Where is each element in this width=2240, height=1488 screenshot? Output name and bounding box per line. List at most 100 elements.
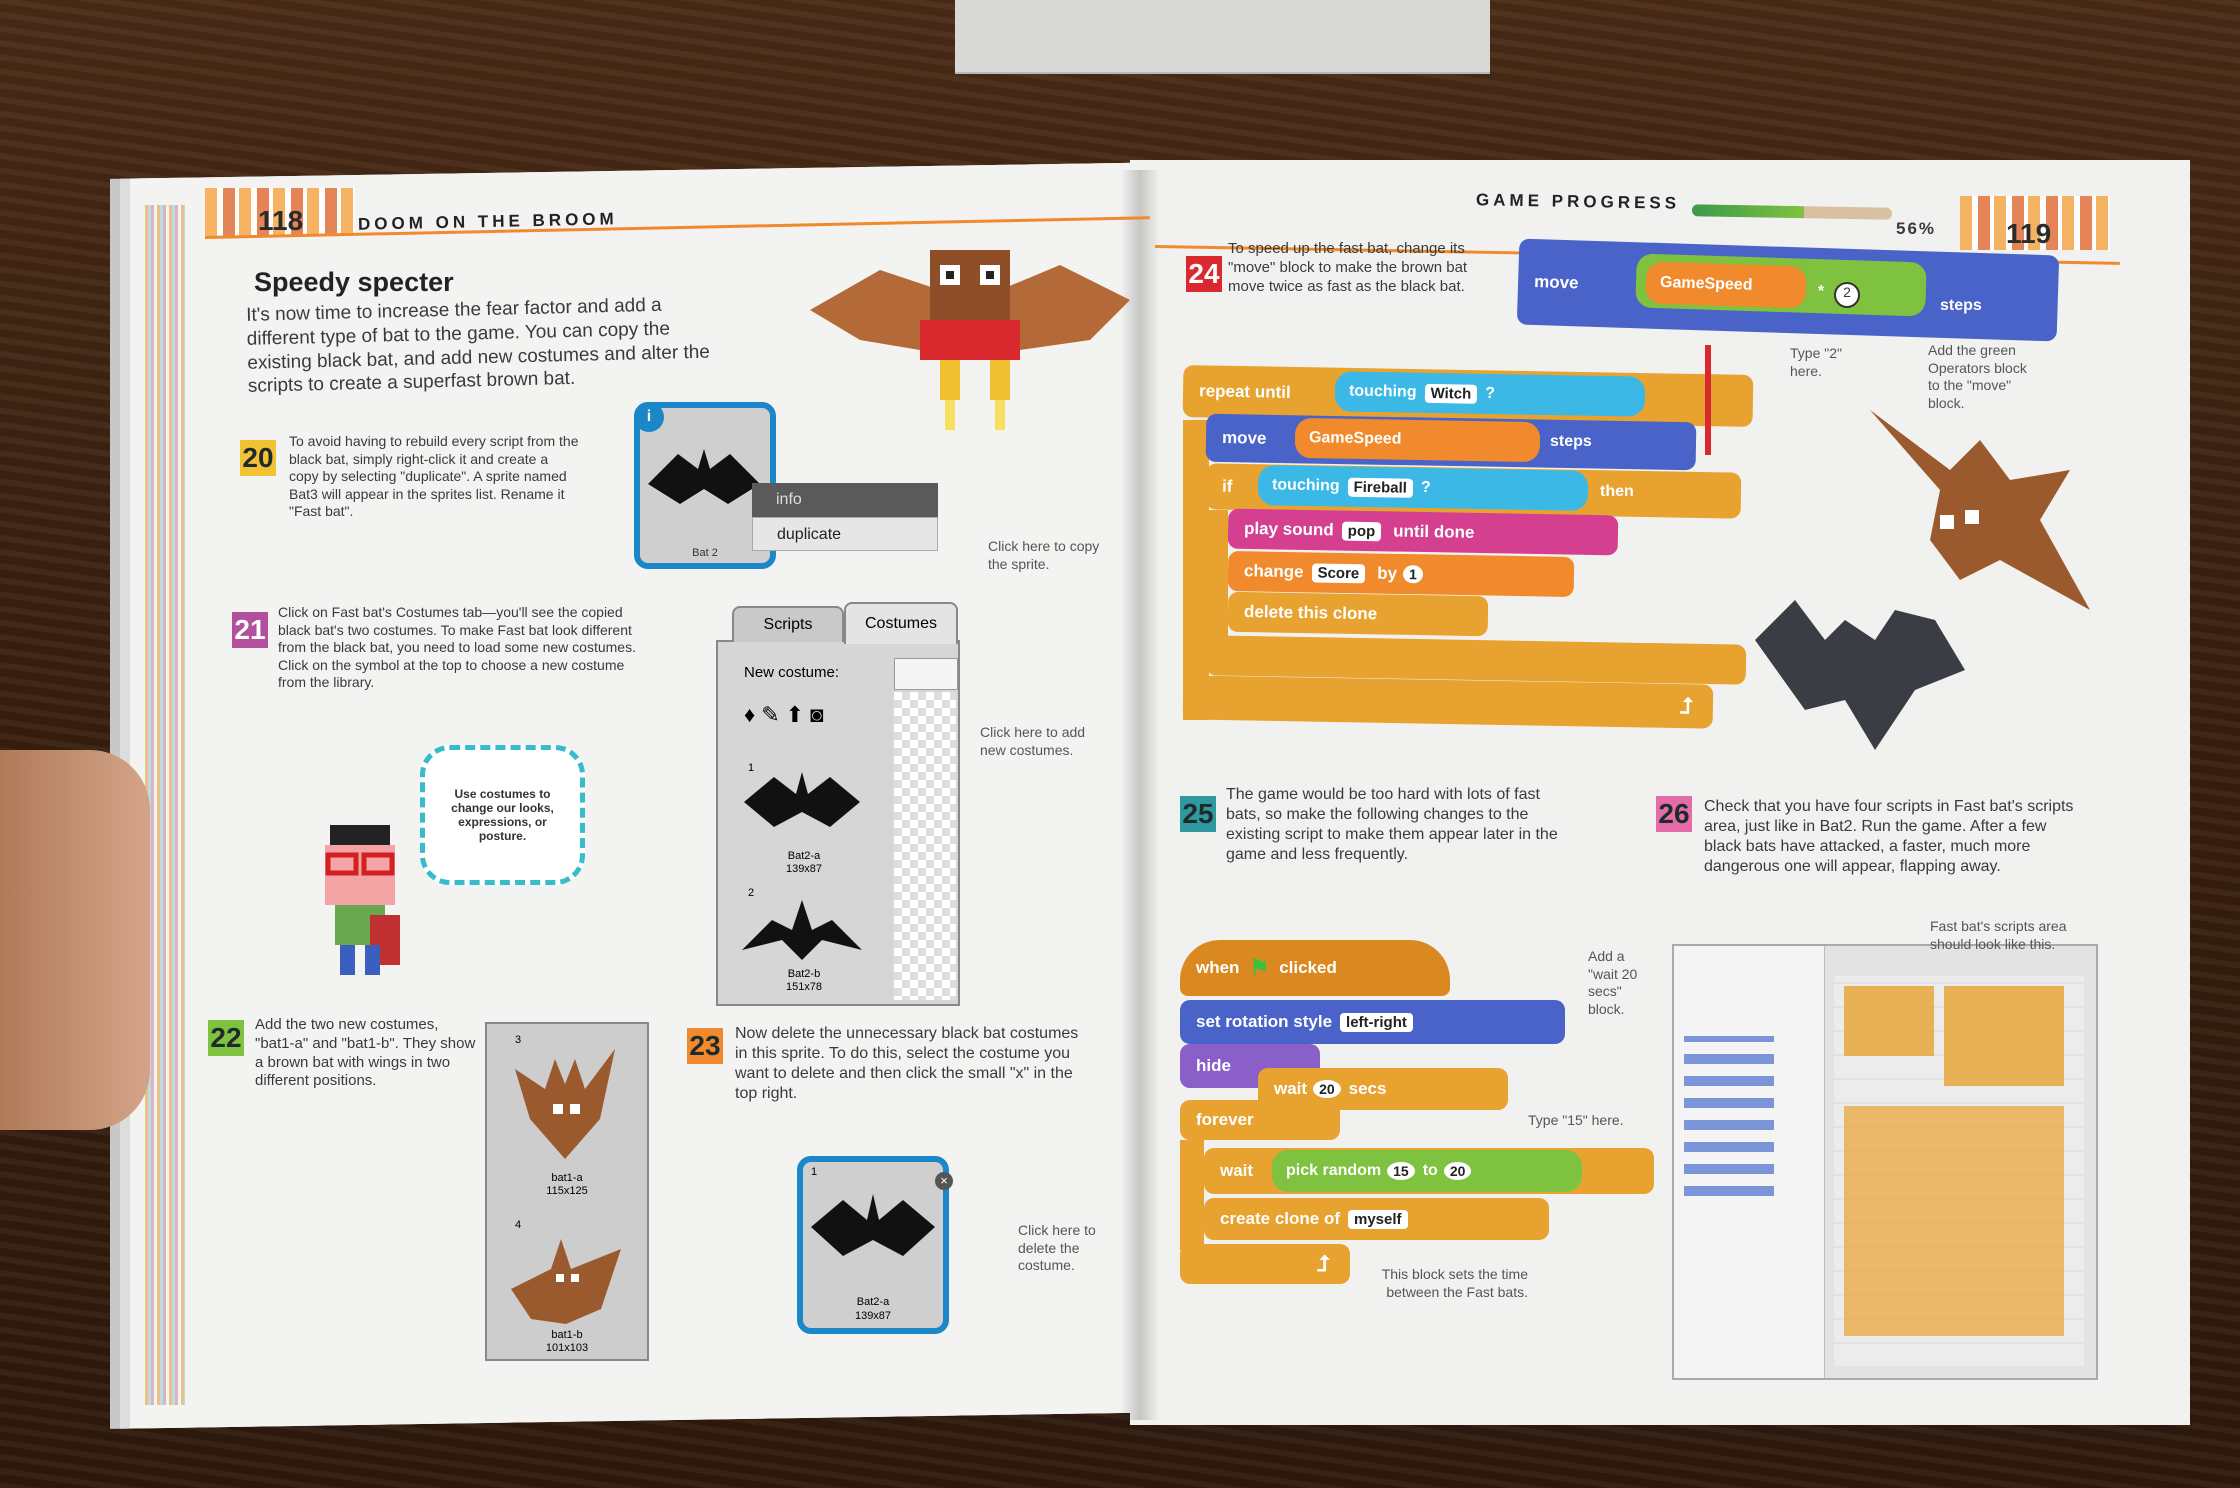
move-label: move bbox=[1533, 272, 1579, 293]
red-arrow bbox=[1705, 345, 1711, 455]
step24-text: To speed up the fast bat, change its "mo… bbox=[1228, 240, 1468, 295]
mini-script-1 bbox=[1844, 986, 1934, 1056]
touching-fireball-block[interactable]: touching Fireball ? bbox=[1257, 465, 1589, 511]
step-number-25: 25 bbox=[1180, 796, 1216, 832]
costume3-name: bat1-a bbox=[551, 1172, 583, 1184]
multiply-operator: * bbox=[1818, 283, 1825, 300]
step22-text: Add the two new costumes, "bat1-a" and "… bbox=[255, 1016, 476, 1090]
progress-label: 56% bbox=[1896, 219, 1937, 238]
costumes-panel: Scripts Costumes New costume: ♦✎⬆◙ 1 Bat… bbox=[716, 602, 960, 1006]
move-label-2: move bbox=[1221, 428, 1267, 448]
wait-label: wait bbox=[1274, 1079, 1308, 1098]
note-green-block: Add the green Operators block to the "mo… bbox=[1928, 342, 2027, 411]
note-delete-costume: Click here to delete the costume. bbox=[1018, 1222, 1096, 1273]
forever-end: ⮥ bbox=[1180, 1244, 1350, 1284]
fireball-dropdown[interactable]: Fireball bbox=[1347, 477, 1414, 498]
create-clone-block[interactable]: create clone of myself bbox=[1204, 1198, 1549, 1240]
touching-label-1: touching bbox=[1348, 382, 1417, 401]
change-by-value[interactable]: 1 bbox=[1402, 565, 1424, 584]
context-menu-info[interactable]: info bbox=[752, 483, 938, 517]
scripts-area-screenshot bbox=[1672, 944, 2098, 1380]
new-costume-label: New costume: bbox=[744, 664, 840, 681]
costume3-index: 3 bbox=[515, 1034, 522, 1046]
mini-script-2 bbox=[1944, 986, 2064, 1086]
costume3-brown-bat[interactable] bbox=[515, 1049, 615, 1169]
forever-arm bbox=[1180, 1140, 1204, 1250]
random-max-value[interactable]: 20 bbox=[1443, 1162, 1472, 1180]
costume2-name: Bat2-b bbox=[787, 968, 821, 980]
context-menu-duplicate[interactable]: duplicate bbox=[752, 517, 938, 551]
pick-random-block[interactable]: pick random 15 to 20 bbox=[1272, 1150, 1582, 1192]
repeat-until-label: repeat until bbox=[1198, 381, 1291, 402]
play-sound-label: play sound bbox=[1243, 518, 1334, 540]
delete-clone-block[interactable]: delete this clone bbox=[1227, 591, 1489, 637]
touching-witch-block[interactable]: touching Witch ? bbox=[1334, 371, 1646, 417]
note-copy-sprite: Click here to copy the sprite. bbox=[988, 538, 1100, 572]
delete-clone-label: delete this clone bbox=[1243, 602, 1378, 624]
green-flag-icon: ⚑ bbox=[1249, 955, 1270, 980]
costume-source-icons[interactable]: ♦✎⬆◙ bbox=[744, 702, 829, 728]
costume-delete-card[interactable]: 1 × Bat2-a 139x87 bbox=[797, 1156, 953, 1334]
tab-scripts[interactable]: Scripts bbox=[732, 606, 844, 642]
black-bat-illustration bbox=[1755, 600, 1965, 750]
step-number-21: 21 bbox=[232, 612, 268, 648]
create-clone-label: create clone of bbox=[1220, 1209, 1340, 1228]
set-rotation-label: set rotation style bbox=[1196, 1012, 1333, 1031]
loop-arrow-icon-2: ⮥ bbox=[1317, 1251, 1330, 1276]
repeat-until-end: ⮥ bbox=[1182, 675, 1714, 729]
when-flag-clicked-block[interactable]: when ⚑ clicked bbox=[1180, 940, 1450, 996]
note-add-wait: Add a "wait 20 secs" block. bbox=[1588, 948, 1638, 1017]
page-number-left: 118 bbox=[258, 205, 304, 236]
canvas-checkerboard bbox=[894, 692, 956, 1000]
steps-label-1: steps bbox=[1940, 297, 1982, 314]
change-label: change bbox=[1243, 561, 1304, 582]
set-rotation-style-block[interactable]: set rotation style left-right bbox=[1180, 1000, 1565, 1044]
costume4-size: 101x103 bbox=[545, 1342, 589, 1354]
forever-block[interactable]: forever bbox=[1180, 1100, 1340, 1140]
costume2-size: 151x78 bbox=[785, 981, 823, 993]
if-label: if bbox=[1221, 476, 1233, 496]
page-number-right: 119 bbox=[2006, 218, 2052, 249]
note-type-2: Type "2" here. bbox=[1790, 345, 1842, 379]
left-right-dropdown[interactable]: left-right bbox=[1340, 1012, 1413, 1032]
delete-card-name: Bat2-a bbox=[856, 1296, 890, 1308]
change-score-block[interactable]: change Score by 1 bbox=[1227, 550, 1575, 598]
witch-dropdown[interactable]: Witch bbox=[1424, 383, 1478, 404]
step26-text: Check that you have four scripts in Fast… bbox=[1704, 798, 2074, 875]
tab-costumes[interactable]: Costumes bbox=[844, 602, 958, 644]
running-head-right: GAME PROGRESS bbox=[1475, 190, 1681, 213]
delete-card-black-bat bbox=[811, 1194, 935, 1256]
sprite-name: Bat 2 bbox=[692, 547, 718, 559]
mini-script-3 bbox=[1844, 1106, 2064, 1336]
pop-dropdown[interactable]: pop bbox=[1341, 521, 1382, 541]
costume4-name: bat1-b bbox=[551, 1329, 583, 1341]
delete-x-icon[interactable]: × bbox=[935, 1172, 953, 1190]
multiplier-value[interactable]: 2 bbox=[1834, 282, 1860, 308]
info-icon[interactable]: i bbox=[634, 402, 664, 432]
wait-label-2: wait bbox=[1220, 1161, 1254, 1180]
pick-random-label: pick random bbox=[1286, 1162, 1382, 1179]
clicked-label: clicked bbox=[1279, 958, 1337, 977]
costume2-black-bat[interactable] bbox=[742, 900, 862, 964]
costume1-black-bat[interactable] bbox=[744, 772, 860, 842]
by-label: by bbox=[1377, 563, 1398, 583]
brown-costumes-panel: 3 bat1-a 115x125 4 bat1-b 101x103 bbox=[485, 1022, 649, 1361]
play-sound-block[interactable]: play sound pop until done bbox=[1227, 508, 1619, 556]
myself-dropdown[interactable]: myself bbox=[1348, 1209, 1408, 1229]
pixel-character-illustration bbox=[325, 825, 400, 975]
costume4-brown-bat[interactable] bbox=[511, 1229, 621, 1329]
random-min-value[interactable]: 15 bbox=[1387, 1162, 1415, 1180]
step-number-24: 24 bbox=[1186, 256, 1222, 292]
note-type-15: Type "15" here. bbox=[1528, 1112, 1624, 1128]
until-done-label: until done bbox=[1393, 521, 1475, 542]
step20-text: To avoid having to rebuild every script … bbox=[289, 433, 579, 519]
costume1-size: 139x87 bbox=[785, 863, 823, 875]
gamespeed-reporter[interactable]: GameSpeed bbox=[1645, 261, 1807, 309]
gamespeed-reporter-2[interactable]: GameSpeed bbox=[1294, 417, 1541, 463]
wait-seconds-value[interactable]: 20 bbox=[1313, 1080, 1341, 1098]
step25-text: The game would be too hard with lots of … bbox=[1226, 786, 1558, 863]
costume1-name: Bat2-a bbox=[787, 850, 821, 862]
costume3-size: 115x125 bbox=[546, 1185, 588, 1197]
score-dropdown[interactable]: Score bbox=[1311, 562, 1366, 583]
costume-name-field[interactable] bbox=[894, 658, 958, 690]
